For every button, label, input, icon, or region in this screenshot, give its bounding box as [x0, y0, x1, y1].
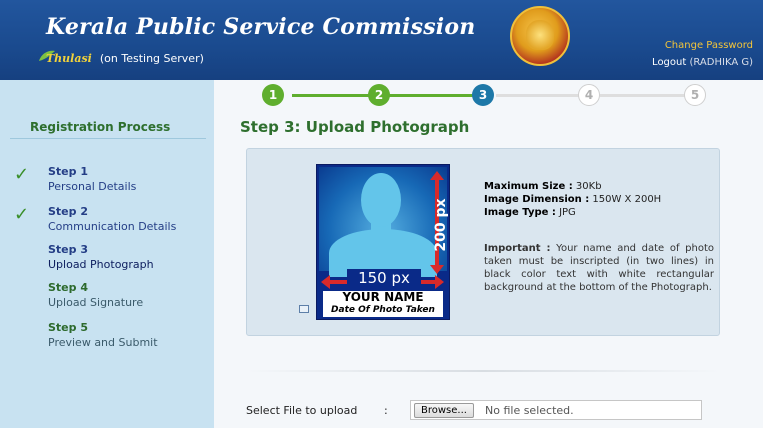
- step-label: Step 2: [48, 205, 88, 218]
- date-caption: Date Of Photo Taken: [331, 305, 435, 315]
- progress-step-5: 5: [684, 84, 706, 106]
- file-upload-colon: :: [384, 404, 388, 417]
- sidebar: Registration Process ✓ Step 1 Personal D…: [0, 80, 214, 428]
- step-desc: Communication Details: [48, 220, 177, 233]
- type-label: Image Type :: [484, 207, 556, 218]
- sidebar-item-step1[interactable]: Step 1 Personal Details: [48, 164, 136, 194]
- dimension-label: Image Dimension :: [484, 194, 590, 205]
- step-desc: Upload Signature: [48, 296, 144, 309]
- check-icon: ✓: [14, 164, 30, 185]
- sidebar-item-step3[interactable]: Step 3 Upload Photograph: [48, 242, 154, 272]
- image-placeholder-icon: [299, 305, 309, 313]
- file-status: No file selected.: [485, 404, 574, 417]
- browse-button[interactable]: Browse...: [414, 403, 474, 418]
- app-title: Kerala Public Service Commission: [46, 14, 476, 40]
- progress-step-4: 4: [578, 84, 600, 106]
- important-note: Important : Your name and date of photo …: [484, 242, 714, 294]
- progress-line-todo: [600, 94, 688, 97]
- max-size-label: Maximum Size :: [484, 181, 573, 192]
- sidebar-item-step4: Step 4 Upload Signature: [48, 280, 143, 310]
- sidebar-item-step5: Step 5 Preview and Submit: [48, 320, 158, 350]
- step-label: Step 4: [48, 281, 88, 294]
- section-divider: [246, 370, 720, 372]
- sidebar-title: Registration Process: [30, 120, 171, 134]
- logout-area: Logout (RADHIKA G): [652, 57, 753, 68]
- progress-stepper: 1 2 3 4 5: [244, 84, 714, 106]
- type-value: JPG: [559, 207, 576, 218]
- logout-link[interactable]: Logout: [652, 57, 686, 68]
- height-label: 200 px: [433, 198, 449, 252]
- current-user: (RADHIKA G): [689, 57, 753, 68]
- sample-photo: 200 px 150 px YOUR NAME Date Of Photo Ta…: [316, 164, 450, 320]
- name-caption-box: YOUR NAME Date Of Photo Taken: [323, 291, 443, 317]
- page-title: Step 3: Upload Photograph: [240, 118, 470, 136]
- width-label: 150 px: [347, 269, 421, 287]
- file-upload-label: Select File to upload: [246, 404, 358, 417]
- photo-requirements: Maximum Size : 30Kb Image Dimension : 15…: [484, 180, 714, 219]
- step-desc: Personal Details: [48, 180, 137, 193]
- kpsc-emblem-icon: [510, 6, 570, 66]
- brand-subtitle: Thulasi (on Testing Server): [46, 52, 204, 65]
- max-size-value: 30Kb: [575, 181, 602, 192]
- step-label: Step 5: [48, 321, 88, 334]
- brand-name: Thulasi: [46, 52, 92, 65]
- server-note: (on Testing Server): [99, 52, 204, 65]
- step-label: Step 3: [48, 243, 88, 256]
- step-desc: Upload Photograph: [48, 258, 154, 271]
- change-password-link[interactable]: Change Password: [665, 40, 753, 51]
- sidebar-divider: [10, 138, 206, 139]
- step-desc: Preview and Submit: [48, 336, 158, 349]
- progress-step-2: 2: [368, 84, 390, 106]
- dimension-value: 150W X 200H: [592, 194, 662, 205]
- check-icon: ✓: [14, 204, 30, 225]
- progress-step-3: 3: [472, 84, 494, 106]
- name-caption: YOUR NAME: [342, 290, 424, 304]
- progress-line-todo: [496, 94, 582, 97]
- file-input[interactable]: Browse... No file selected.: [410, 400, 702, 420]
- important-label: Important :: [484, 243, 551, 254]
- main-content: 1 2 3 4 5 Step 3: Upload Photograph 200 …: [214, 80, 763, 428]
- step-label: Step 1: [48, 165, 88, 178]
- app-header: Kerala Public Service Commission Thulasi…: [0, 0, 763, 80]
- silhouette-icon: [361, 173, 401, 227]
- sidebar-item-step2[interactable]: Step 2 Communication Details: [48, 204, 176, 234]
- progress-step-1: 1: [262, 84, 284, 106]
